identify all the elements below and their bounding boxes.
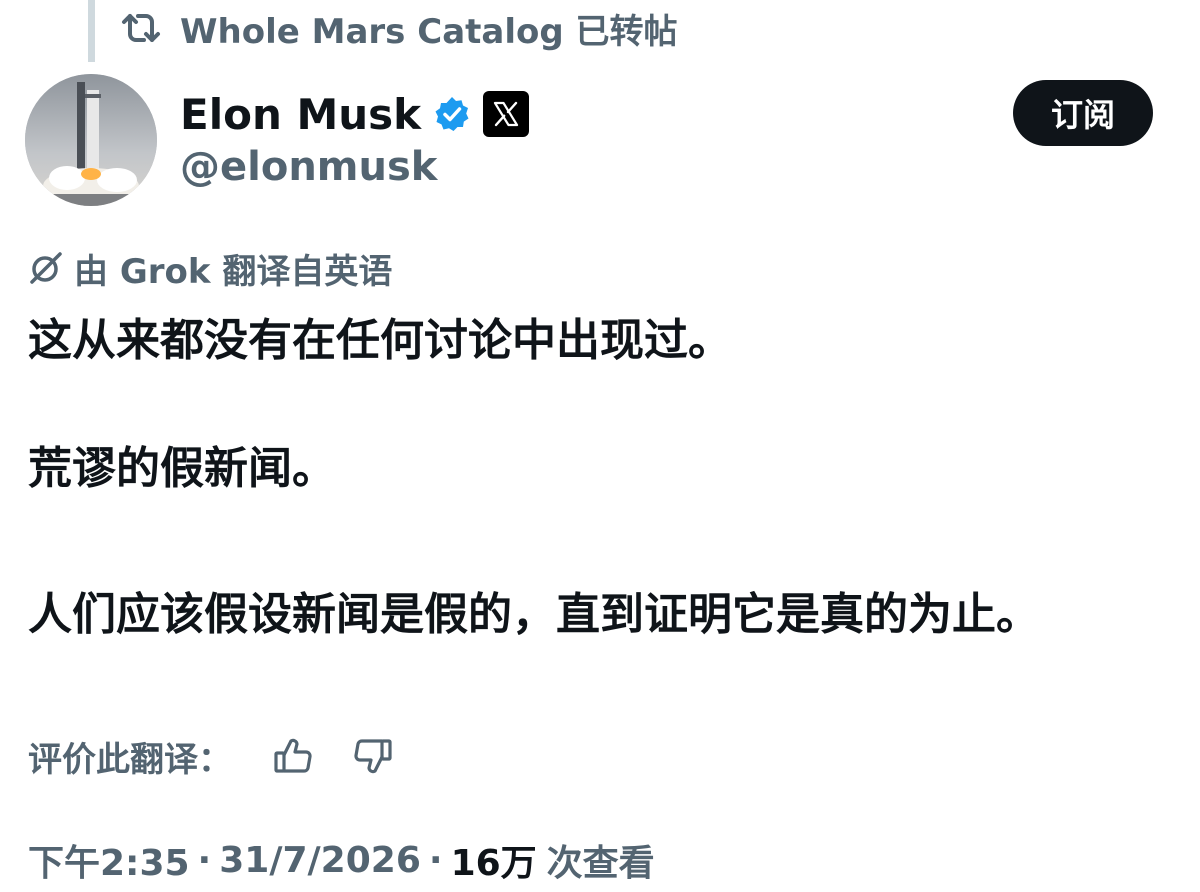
thread-connector-line <box>88 0 95 62</box>
repost-text: Whole Mars Catalog 已转帖 <box>180 11 678 52</box>
grok-icon <box>28 250 64 286</box>
author-name[interactable]: Elon Musk <box>180 90 421 139</box>
tweet-meta: 下午2:35 · 31/7/2026 · 16万 次查看 <box>28 832 655 888</box>
repost-icon <box>118 8 164 48</box>
tweet-paragraph: 荒谬的假新闻。 <box>28 443 336 494</box>
thumbs-down-icon[interactable] <box>350 733 396 779</box>
separator-dot: · <box>428 839 443 881</box>
verified-badge-icon[interactable] <box>433 95 471 133</box>
separator-dot: · <box>197 839 212 881</box>
avatar[interactable] <box>25 74 157 206</box>
translation-label: 由 Grok 翻译自英语 <box>74 251 393 292</box>
author-handle[interactable]: @elonmusk <box>180 144 437 190</box>
repost-indicator[interactable]: Whole Mars Catalog 已转帖 <box>118 4 678 52</box>
tweet-time[interactable]: 下午2:35 <box>28 834 190 886</box>
subscribe-button[interactable]: 订阅 <box>1013 80 1153 146</box>
tweet-paragraph: 这从来都没有在任何讨论中出现过。 <box>28 315 732 366</box>
author-name-row: Elon Musk <box>180 84 530 144</box>
rate-translation-label: 评价此翻译： <box>28 739 232 780</box>
thumbs-up-icon[interactable] <box>270 733 316 779</box>
view-count-label: 次查看 <box>546 843 655 884</box>
view-count[interactable]: 16万 <box>451 834 537 886</box>
translation-attribution: 由 Grok 翻译自英语 <box>28 244 392 292</box>
rate-translation-row: 评价此翻译： <box>28 728 396 784</box>
tweet-paragraph: 人们应该假设新闻是假的，直到证明它是真的为止。 <box>28 589 1040 640</box>
x-logo-icon[interactable] <box>483 91 530 137</box>
tweet-date[interactable]: 31/7/2026 <box>219 840 421 881</box>
